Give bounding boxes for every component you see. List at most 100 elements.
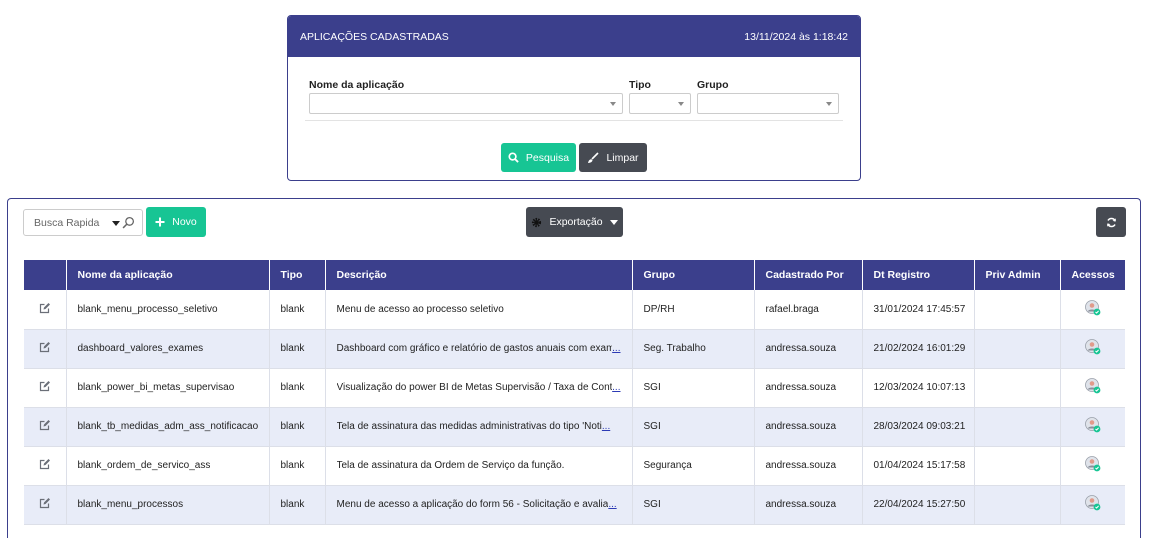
- registered-by-cell: andressa.souza: [754, 446, 863, 486]
- register-date-cell: 28/03/2024 09:03:21: [862, 407, 975, 447]
- type-cell: blank: [269, 485, 326, 525]
- type-select[interactable]: [629, 93, 691, 114]
- edit-cell: [24, 485, 67, 525]
- table-row: blank_power_bi_metas_supervisao blank Vi…: [24, 368, 1125, 408]
- access-cell: [1060, 446, 1125, 486]
- search-panel-datetime: 13/11/2024 às 1:18:42: [744, 30, 848, 43]
- export-button[interactable]: Exportação: [526, 207, 623, 237]
- edit-icon[interactable]: [39, 497, 51, 509]
- applications-table: Nome da aplicação Tipo Descrição Grupo C…: [24, 260, 1125, 525]
- register-date-cell: 22/04/2024 15:27:50: [862, 485, 975, 525]
- chevron-down-icon: [826, 102, 832, 106]
- group-cell: Seg. Trabalho: [632, 329, 755, 369]
- edit-cell: [24, 329, 67, 369]
- more-link[interactable]: ...: [602, 421, 610, 432]
- column-header[interactable]: Acessos: [1060, 260, 1125, 290]
- register-date-cell: 01/04/2024 15:17:58: [862, 446, 975, 486]
- user-access-icon[interactable]: [1084, 495, 1101, 511]
- registered-by-cell: andressa.souza: [754, 407, 863, 447]
- column-header[interactable]: Grupo: [632, 260, 755, 290]
- column-header[interactable]: Tipo: [269, 260, 326, 290]
- description-cell: Visualização do power BI de Metas Superv…: [325, 368, 633, 408]
- user-access-icon[interactable]: [1084, 378, 1101, 394]
- app-name-label: Nome da aplicação: [309, 79, 405, 91]
- edit-icon[interactable]: [39, 419, 51, 431]
- register-date-cell: 12/03/2024 10:07:13: [862, 368, 975, 408]
- app-name-cell: blank_tb_medidas_adm_ass_notificacao: [66, 407, 270, 447]
- registered-by-cell: andressa.souza: [754, 368, 863, 408]
- table-row: dashboard_valores_exames blank Dashboard…: [24, 329, 1125, 369]
- edit-icon[interactable]: [39, 380, 51, 392]
- group-cell: SGI: [632, 368, 755, 408]
- clear-button[interactable]: Limpar: [579, 143, 647, 172]
- group-label: Grupo: [697, 79, 729, 91]
- search-panel-header: APLICAÇÕES CADASTRADAS 13/11/2024 às 1:1…: [288, 16, 860, 57]
- refresh-button[interactable]: [1096, 207, 1126, 237]
- access-cell: [1060, 329, 1125, 369]
- chevron-down-icon: [609, 219, 618, 225]
- divider: [305, 120, 843, 121]
- export-button-label: Exportação: [549, 216, 603, 228]
- table-row: blank_menu_processos blank Menu de acess…: [24, 485, 1125, 525]
- chevron-down-icon: [610, 102, 616, 106]
- edit-icon[interactable]: [39, 458, 51, 470]
- group-cell: DP/RH: [632, 290, 755, 330]
- chevron-down-icon: [678, 102, 684, 106]
- description-cell: Dashboard com gráfico e relatório de gas…: [325, 329, 633, 369]
- chevron-down-icon[interactable]: [112, 221, 120, 226]
- type-cell: blank: [269, 329, 326, 369]
- search-button[interactable]: Pesquisa: [501, 143, 576, 172]
- admin-priv-cell: [974, 485, 1061, 525]
- search-panel-title: APLICAÇÕES CADASTRADAS: [300, 30, 449, 43]
- app-name-select[interactable]: [309, 93, 623, 114]
- group-cell: Segurança: [632, 446, 755, 486]
- quick-search[interactable]: Busca Rapida: [23, 209, 143, 236]
- description-text: Tela de assinatura das medidas administr…: [336, 421, 602, 432]
- user-access-icon[interactable]: [1084, 417, 1101, 433]
- search-icon[interactable]: [122, 216, 135, 229]
- more-link[interactable]: ...: [612, 343, 620, 354]
- search-panel: APLICAÇÕES CADASTRADAS 13/11/2024 às 1:1…: [287, 15, 861, 181]
- user-access-icon[interactable]: [1084, 299, 1101, 316]
- group-cell: SGI: [632, 485, 755, 525]
- app-name-cell: blank_ordem_de_servico_ass: [66, 446, 270, 486]
- more-link[interactable]: ...: [608, 499, 616, 510]
- type-label: Tipo: [629, 79, 651, 91]
- table-row: blank_menu_processo_seletivo blank Menu …: [24, 290, 1125, 330]
- description-text: Dashboard com gráfico e relatório de gas…: [336, 343, 613, 354]
- more-link[interactable]: ...: [612, 382, 620, 393]
- table-row: blank_tb_medidas_adm_ass_notificacao bla…: [24, 407, 1125, 447]
- register-date-cell: 21/02/2024 16:01:29: [862, 329, 975, 369]
- type-cell: blank: [269, 368, 326, 408]
- column-header[interactable]: Cadastrado Por: [754, 260, 863, 290]
- edit-cell: [24, 290, 67, 330]
- edit-icon[interactable]: [39, 341, 51, 353]
- user-access-icon[interactable]: [1084, 339, 1101, 355]
- admin-priv-cell: [974, 446, 1061, 486]
- clear-button-label: Limpar: [606, 151, 639, 164]
- app-name-cell: dashboard_valores_exames: [66, 329, 270, 369]
- new-button-label: Novo: [172, 216, 197, 228]
- new-button[interactable]: Novo: [146, 207, 206, 237]
- gear-icon: [532, 217, 542, 227]
- registered-by-cell: rafael.braga: [754, 290, 863, 330]
- type-cell: blank: [269, 407, 326, 447]
- description-cell: Menu de acesso ao processo seletivo: [325, 290, 633, 330]
- search-button-label: Pesquisa: [525, 151, 570, 164]
- edit-cell: [24, 407, 67, 447]
- column-header[interactable]: Nome da aplicação: [66, 260, 270, 290]
- column-header[interactable]: Descrição: [325, 260, 633, 290]
- app-name-cell: blank_power_bi_metas_supervisao: [66, 368, 270, 408]
- quick-search-placeholder: Busca Rapida: [34, 216, 100, 229]
- access-cell: [1060, 485, 1125, 525]
- grid-panel: Busca Rapida Novo Exportação Nome da apl…: [7, 198, 1141, 538]
- access-cell: [1060, 407, 1125, 447]
- column-header[interactable]: Dt Registro: [862, 260, 975, 290]
- access-cell: [1060, 368, 1125, 408]
- admin-priv-cell: [974, 329, 1061, 369]
- description-cell: Menu de acesso a aplicação do form 56 - …: [325, 485, 633, 525]
- group-select[interactable]: [697, 93, 839, 114]
- column-header[interactable]: Priv Admin: [974, 260, 1061, 290]
- edit-icon[interactable]: [39, 302, 51, 314]
- user-access-icon[interactable]: [1084, 456, 1101, 472]
